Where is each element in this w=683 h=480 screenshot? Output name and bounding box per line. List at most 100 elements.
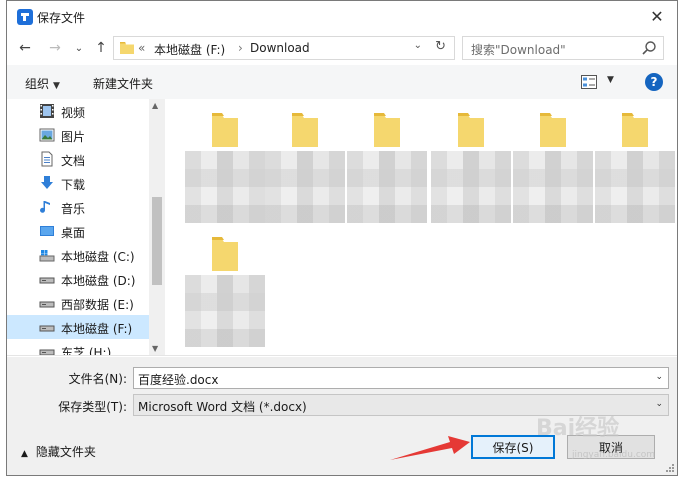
sidebar-item-label: 本地磁盘 (F:) [61, 322, 133, 336]
sidebar-item-label: 西部数据 (E:) [61, 298, 134, 312]
filename-field[interactable]: 百度经验.docx ⌄ [133, 367, 669, 389]
folder-item[interactable] [183, 223, 265, 347]
chevron-down-icon[interactable]: ⌄ [655, 399, 663, 409]
drive-icon [39, 325, 55, 332]
title-bar: 保存文件 ✕ [7, 1, 677, 33]
video-icon [40, 104, 54, 118]
desktop-icon [40, 226, 54, 236]
sidebar-item-label: 东芝 (H:) [61, 346, 112, 355]
address-segment-download[interactable]: Download [250, 41, 310, 55]
blurred-label [347, 151, 427, 223]
navigation-bar: ← → ⌄ ↑ « 本地磁盘 (F:) › Download ⌄ ↻ 搜索"Do… [7, 33, 677, 63]
filetype-label: 保存类型(T): [58, 400, 127, 414]
sidebar-item-drive-f[interactable]: 本地磁盘 (F:) [7, 315, 149, 339]
scroll-up-icon[interactable]: ▲ [152, 101, 158, 110]
back-arrow-icon: ← [19, 40, 31, 56]
folder-icon [212, 113, 238, 147]
chevron-down-icon: ⌄ [74, 42, 84, 54]
organize-label: 组织 [25, 77, 50, 91]
sidebar-scrollbar[interactable]: ▲ ▼ [149, 99, 165, 355]
sidebar-item-label: 图片 [61, 130, 86, 144]
annotation-arrow-icon [390, 436, 470, 460]
chevron-up-icon: ▲ [21, 449, 28, 459]
help-icon[interactable]: ? [645, 73, 663, 91]
view-dropdown-icon[interactable]: ▼ [607, 75, 614, 85]
blurred-label [265, 151, 345, 223]
recent-locations-button[interactable]: ⌄ [69, 38, 89, 58]
drive-icon [39, 277, 55, 284]
address-bar[interactable]: « 本地磁盘 (F:) › Download ⌄ ↻ [113, 36, 455, 60]
sidebar-item-videos[interactable]: 视频 [7, 99, 149, 123]
sidebar-item-desktop[interactable]: 桌面 [7, 219, 149, 243]
search-icon [642, 41, 656, 55]
address-overflow-chevron[interactable]: « [138, 41, 145, 55]
divider [7, 355, 677, 356]
sidebar-item-drive-d[interactable]: 本地磁盘 (D:) [7, 267, 149, 291]
organize-menu[interactable]: 组织 ▼ [25, 75, 60, 92]
folder-item[interactable] [429, 99, 511, 223]
sidebar-item-pictures[interactable]: 图片 [7, 123, 149, 147]
folder-icon [540, 113, 566, 147]
address-segment-drive[interactable]: 本地磁盘 (F:) [154, 41, 225, 58]
folder-icon [212, 237, 238, 271]
folder-icon [292, 113, 318, 147]
sidebar-item-documents[interactable]: 文档 [7, 147, 149, 171]
refresh-icon[interactable]: ↻ [435, 39, 446, 54]
downloads-icon [41, 176, 53, 189]
back-button[interactable]: ← [15, 38, 35, 58]
folder-icon [622, 113, 648, 147]
folder-item[interactable] [263, 99, 345, 223]
blurred-label [431, 151, 511, 223]
new-folder-button[interactable]: 新建文件夹 [93, 75, 153, 92]
folder-icon [374, 113, 400, 147]
pictures-icon [39, 128, 55, 142]
drive-c-icon [39, 250, 55, 262]
sidebar-item-drive-e[interactable]: 西部数据 (E:) [7, 291, 149, 315]
close-button[interactable]: ✕ [643, 4, 671, 28]
sidebar-item-drive-h[interactable]: 东芝 (H:) [7, 339, 149, 355]
folder-item[interactable] [511, 99, 593, 223]
documents-icon [41, 151, 53, 167]
chevron-down-icon[interactable]: ⌄ [655, 372, 663, 382]
sidebar-item-label: 视频 [61, 106, 86, 120]
music-icon [40, 201, 50, 213]
forward-arrow-icon: → [49, 40, 61, 56]
new-folder-label: 新建文件夹 [93, 77, 154, 91]
filename-value: 百度经验.docx [138, 373, 219, 387]
blurred-label [595, 151, 675, 223]
hide-folders-toggle[interactable]: ▲ 隐藏文件夹 [21, 443, 96, 460]
hide-folders-label: 隐藏文件夹 [35, 445, 96, 459]
scroll-down-icon[interactable]: ▼ [152, 344, 158, 353]
sidebar-item-music[interactable]: 音乐 [7, 195, 149, 219]
up-button[interactable]: ↑ [91, 38, 111, 58]
sidebar-item-label: 本地磁盘 (C:) [61, 250, 135, 264]
sidebar-item-label: 本地磁盘 (D:) [61, 274, 136, 288]
search-input[interactable]: 搜索"Download" [471, 41, 566, 58]
folder-icon [458, 113, 484, 147]
sidebar-item-label: 文档 [61, 154, 86, 168]
view-options-icon[interactable] [581, 75, 597, 89]
sidebar-item-label: 下载 [61, 178, 86, 192]
folder-item[interactable] [345, 99, 427, 223]
scroll-thumb[interactable] [152, 197, 162, 285]
close-icon: ✕ [650, 6, 664, 26]
sidebar-item-drive-c[interactable]: 本地磁盘 (C:) [7, 243, 149, 267]
sidebar-item-downloads[interactable]: 下载 [7, 171, 149, 195]
folder-item[interactable] [593, 99, 675, 223]
wps-app-icon [17, 9, 33, 25]
forward-button[interactable]: → [45, 38, 65, 58]
window-title: 保存文件 [37, 11, 86, 25]
watermark-url: jingyan.baidu.com [572, 450, 656, 460]
address-dropdown-icon[interactable]: ⌄ [414, 40, 422, 51]
navigation-pane: 视频 图片 文档 下载 音乐 桌面 本地磁盘 (C:) 本地磁盘 (D:) 西部… [7, 99, 165, 355]
resize-grip-icon[interactable] [665, 463, 675, 473]
drive-icon [39, 349, 55, 355]
folder-item[interactable] [183, 99, 265, 223]
blurred-label [185, 151, 265, 223]
folder-icon [120, 42, 134, 54]
sidebar-item-label: 桌面 [61, 226, 86, 240]
watermark-logo: Bai经验 [536, 416, 620, 441]
search-box[interactable]: 搜索"Download" [462, 36, 664, 60]
save-file-dialog: 保存文件 ✕ ← → ⌄ ↑ « 本地磁盘 (F:) › Download ⌄ [6, 0, 678, 476]
blurred-label [185, 275, 265, 347]
